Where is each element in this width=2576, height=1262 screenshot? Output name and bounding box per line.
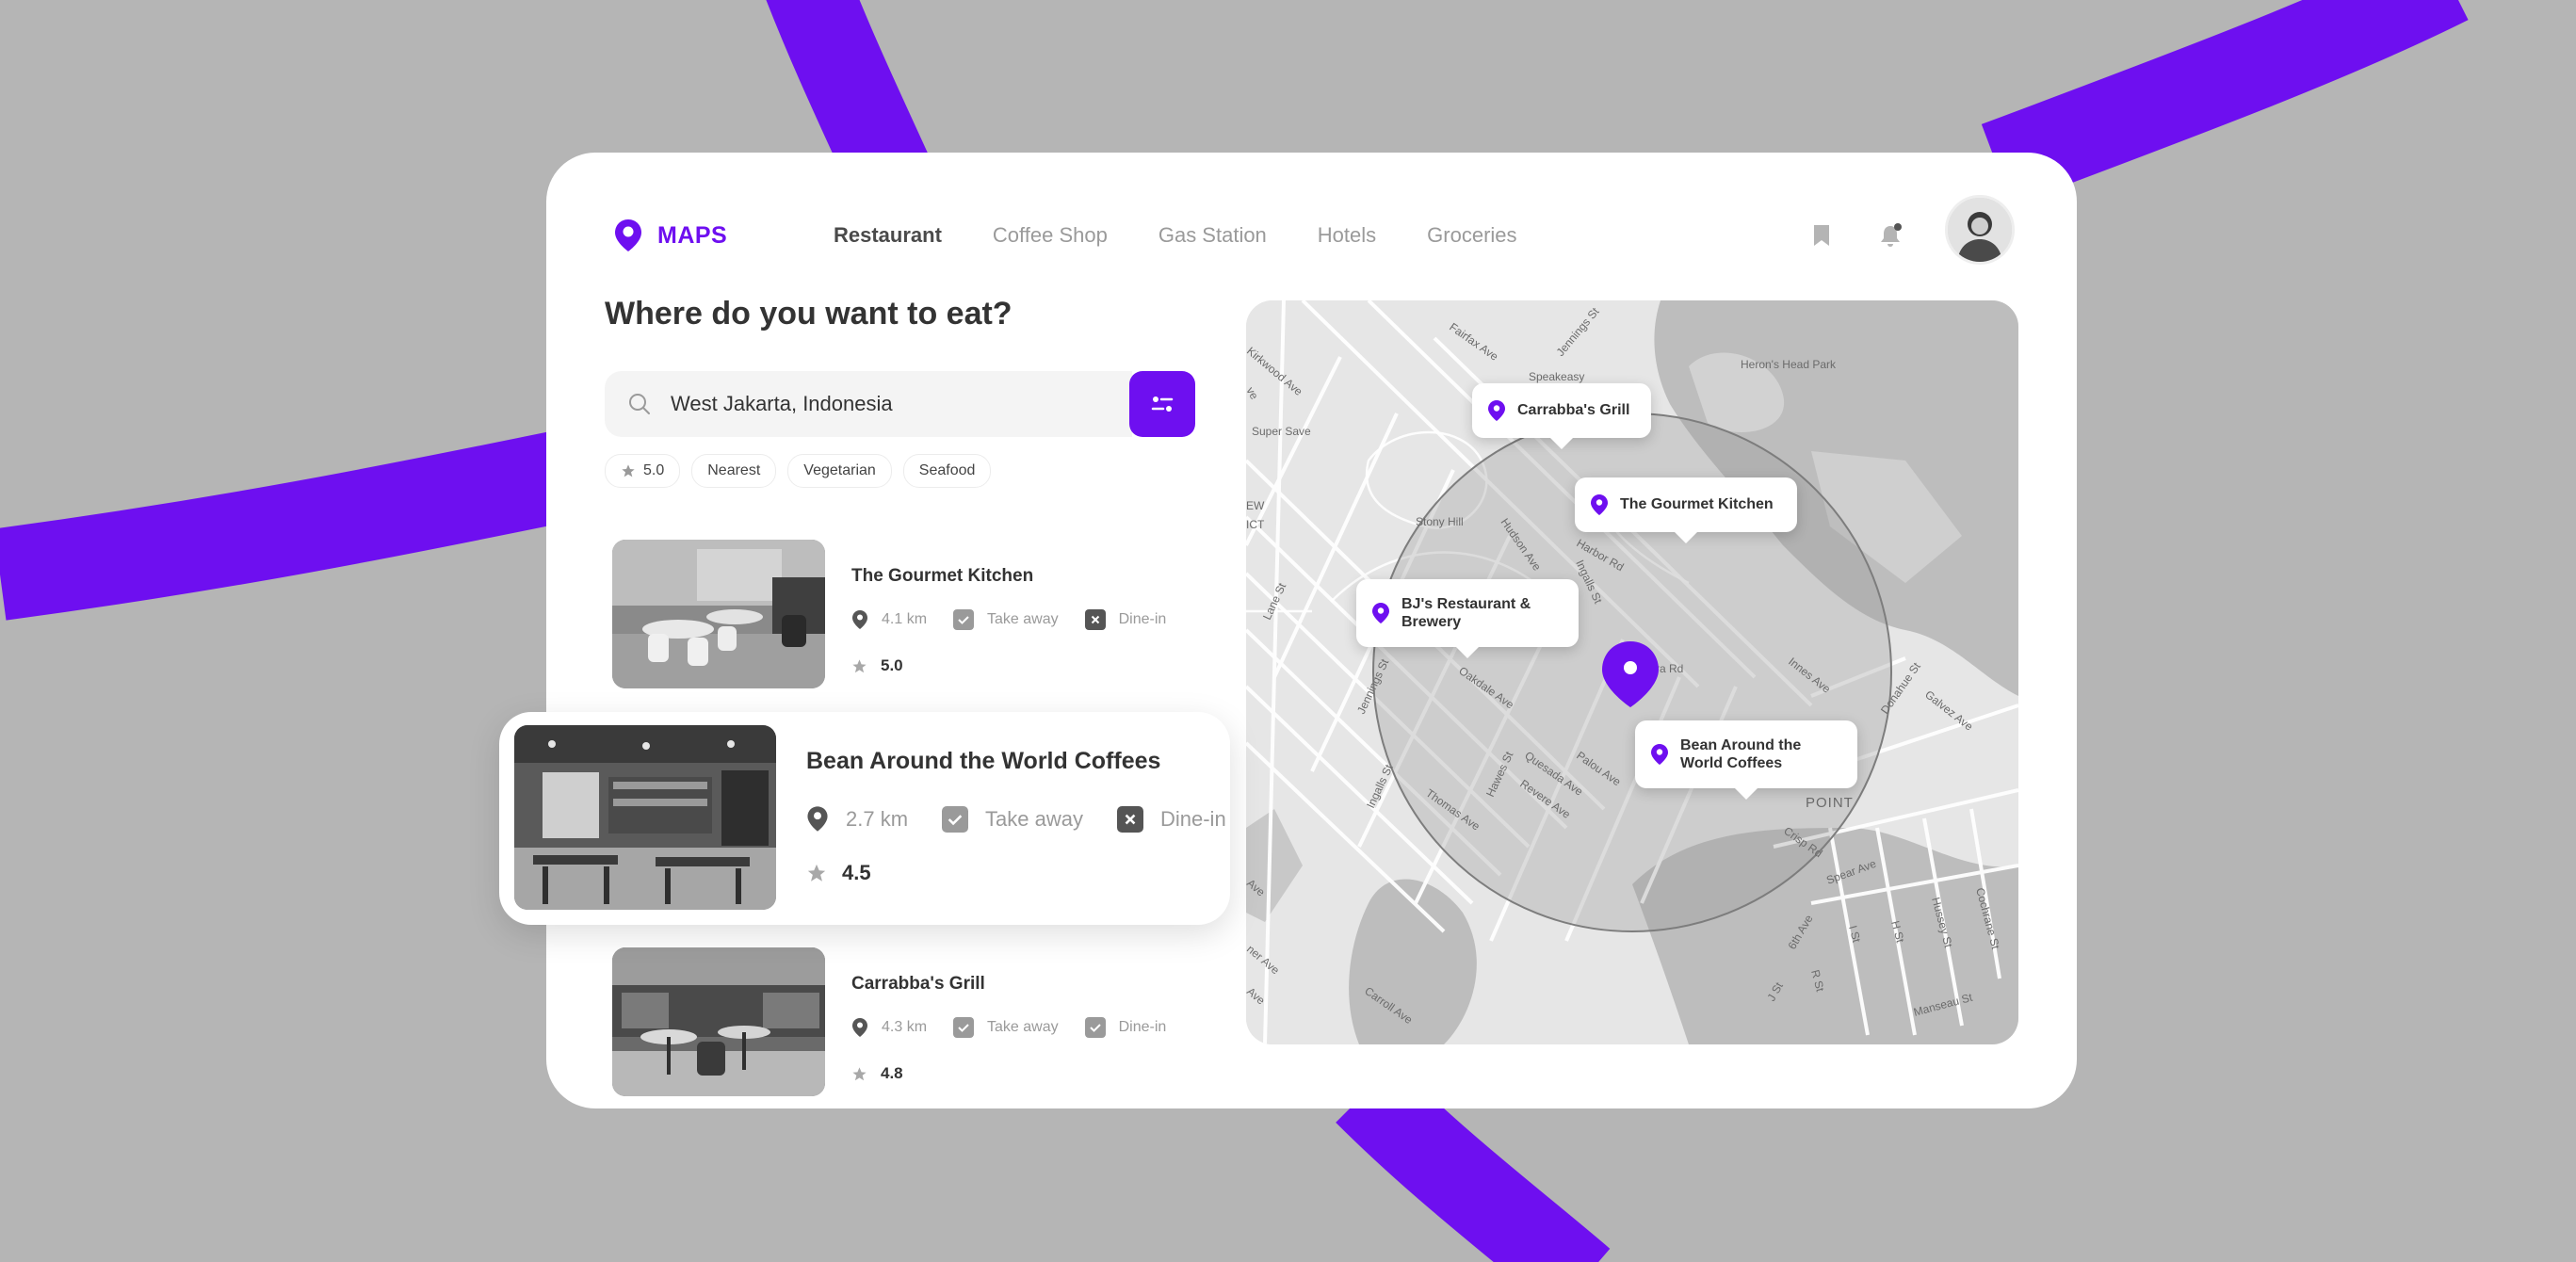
restaurant-rating: 5.0 [851,656,903,675]
map-pin-callout[interactable]: The Gourmet Kitchen [1575,477,1797,543]
restaurant-rating: 4.8 [851,1064,903,1083]
sliders-icon [1149,393,1175,415]
callout-label: Bean Around the World Coffees [1680,736,1801,772]
take-away-label: Take away [987,1019,1059,1035]
restaurant-photo [612,947,825,1096]
chip-label: Nearest [707,462,761,478]
restaurant-photo [514,725,776,910]
restaurant-card-highlighted[interactable]: Bean Around the World Coffees 2.7 km Tak… [499,712,1230,925]
star-icon [621,463,636,478]
rating-value: 4.8 [881,1064,903,1082]
restaurant-meta: 4.1 km Take away Dine-in [851,609,1166,630]
street-label: ra Rd [1656,662,1683,675]
bell-icon[interactable] [1868,213,1913,258]
map-pin-callout[interactable]: Carrabba's Grill [1472,383,1651,449]
avatar[interactable] [1945,195,2015,265]
nav-coffee-shop[interactable]: Coffee Shop [993,223,1108,248]
restaurant-rating: 4.5 [806,861,871,885]
cross-icon [1116,805,1143,833]
chip-seafood[interactable]: Seafood [902,454,992,488]
distance: 2.7 km [846,806,909,831]
search-icon [627,391,654,417]
filter-chips: 5.0 Nearest Vegetarian Seafood [605,454,992,488]
filter-button[interactable] [1129,371,1195,437]
location-pin-icon [851,1017,868,1038]
callout-label-line: BJ's Restaurant & [1401,596,1531,612]
street-label: Heron's Head Park [1741,358,1837,371]
take-away-label: Take away [987,611,1059,627]
take-away-label: Take away [985,806,1083,831]
dine-in-label: Dine-in [1118,1019,1167,1035]
page-title: Where do you want to eat? [605,296,1013,332]
search-input[interactable] [669,391,1115,417]
nav-gas-station[interactable]: Gas Station [1158,223,1267,248]
bookmark-icon[interactable] [1799,213,1844,258]
restaurant-name: The Gourmet Kitchen [851,566,1034,586]
dine-in-label: Dine-in [1159,806,1226,831]
street-label: Super Save [1252,425,1311,438]
chip-label: 5.0 [643,462,665,478]
chip-vegetarian[interactable]: Vegetarian [787,454,892,488]
map-pin-callout[interactable]: Bean Around the World Coffees [1635,720,1857,800]
dine-in-label: Dine-in [1118,611,1167,627]
map-pin-callout[interactable]: BJ's Restaurant & Brewery [1356,579,1579,658]
nav-groceries[interactable]: Groceries [1427,223,1516,248]
distance: 4.3 km [882,1019,928,1035]
callout-label: Carrabba's Grill [1517,402,1630,418]
map-view[interactable]: Fairfax Ave Jennings St Heron's Head Par… [1246,300,2018,1044]
location-pin-icon [806,805,829,833]
cross-icon [1084,609,1106,630]
app-name: MAPS [657,221,728,249]
check-icon [942,805,969,833]
distance: 4.1 km [882,611,928,627]
search-bar [605,371,1132,437]
street-label: EW [1246,499,1265,512]
callout-label: The Gourmet Kitchen [1620,496,1774,512]
location-pin-icon [1590,493,1609,516]
restaurant-photo [612,540,825,688]
star-icon [851,1066,867,1082]
street-label: Speakeasy [1529,370,1584,383]
street-label: Stony Hill [1416,515,1464,528]
check-icon [953,1017,975,1038]
rating-value: 4.5 [842,861,871,884]
callout-label-line: Bean Around the [1680,737,1802,753]
app-logo[interactable]: MAPS [614,209,727,262]
nav-hotels[interactable]: Hotels [1318,223,1376,248]
location-pin-icon [614,218,642,252]
restaurant-meta: 2.7 km Take away Dine-in [806,805,1226,833]
street-label: ICT [1246,518,1265,531]
category-nav: Restaurant Coffee Shop Gas Station Hotel… [834,209,1568,262]
star-icon [851,658,867,674]
chip-nearest[interactable]: Nearest [691,454,777,488]
callout-label-line: Brewery [1401,614,1462,630]
nav-restaurant[interactable]: Restaurant [834,223,942,248]
restaurant-card[interactable]: Carrabba's Grill 4.3 km Take away Dine-i… [612,947,1166,1098]
location-pin-icon [1650,743,1669,766]
star-icon [806,863,827,883]
restaurant-meta: 4.3 km Take away Dine-in [851,1017,1166,1038]
location-pin-icon [851,609,868,630]
rating-value: 5.0 [881,656,903,674]
chip-label: Vegetarian [803,462,876,478]
check-icon [1084,1017,1106,1038]
location-pin-icon [1487,399,1506,422]
chip-rating[interactable]: 5.0 [605,454,681,488]
callout-label: BJ's Restaurant & Brewery [1401,595,1531,631]
restaurant-card[interactable]: The Gourmet Kitchen 4.1 km Take away Din… [612,540,1166,690]
app-window: MAPS Restaurant Coffee Shop Gas Station … [546,153,2077,1108]
check-icon [953,609,975,630]
location-pin-icon [1371,602,1390,624]
restaurant-name: Carrabba's Grill [851,974,985,994]
restaurant-name: Bean Around the World Coffees [806,748,1161,774]
street-label: POINT [1806,795,1854,811]
callout-label-line: World Coffees [1680,755,1783,771]
chip-label: Seafood [918,462,976,478]
